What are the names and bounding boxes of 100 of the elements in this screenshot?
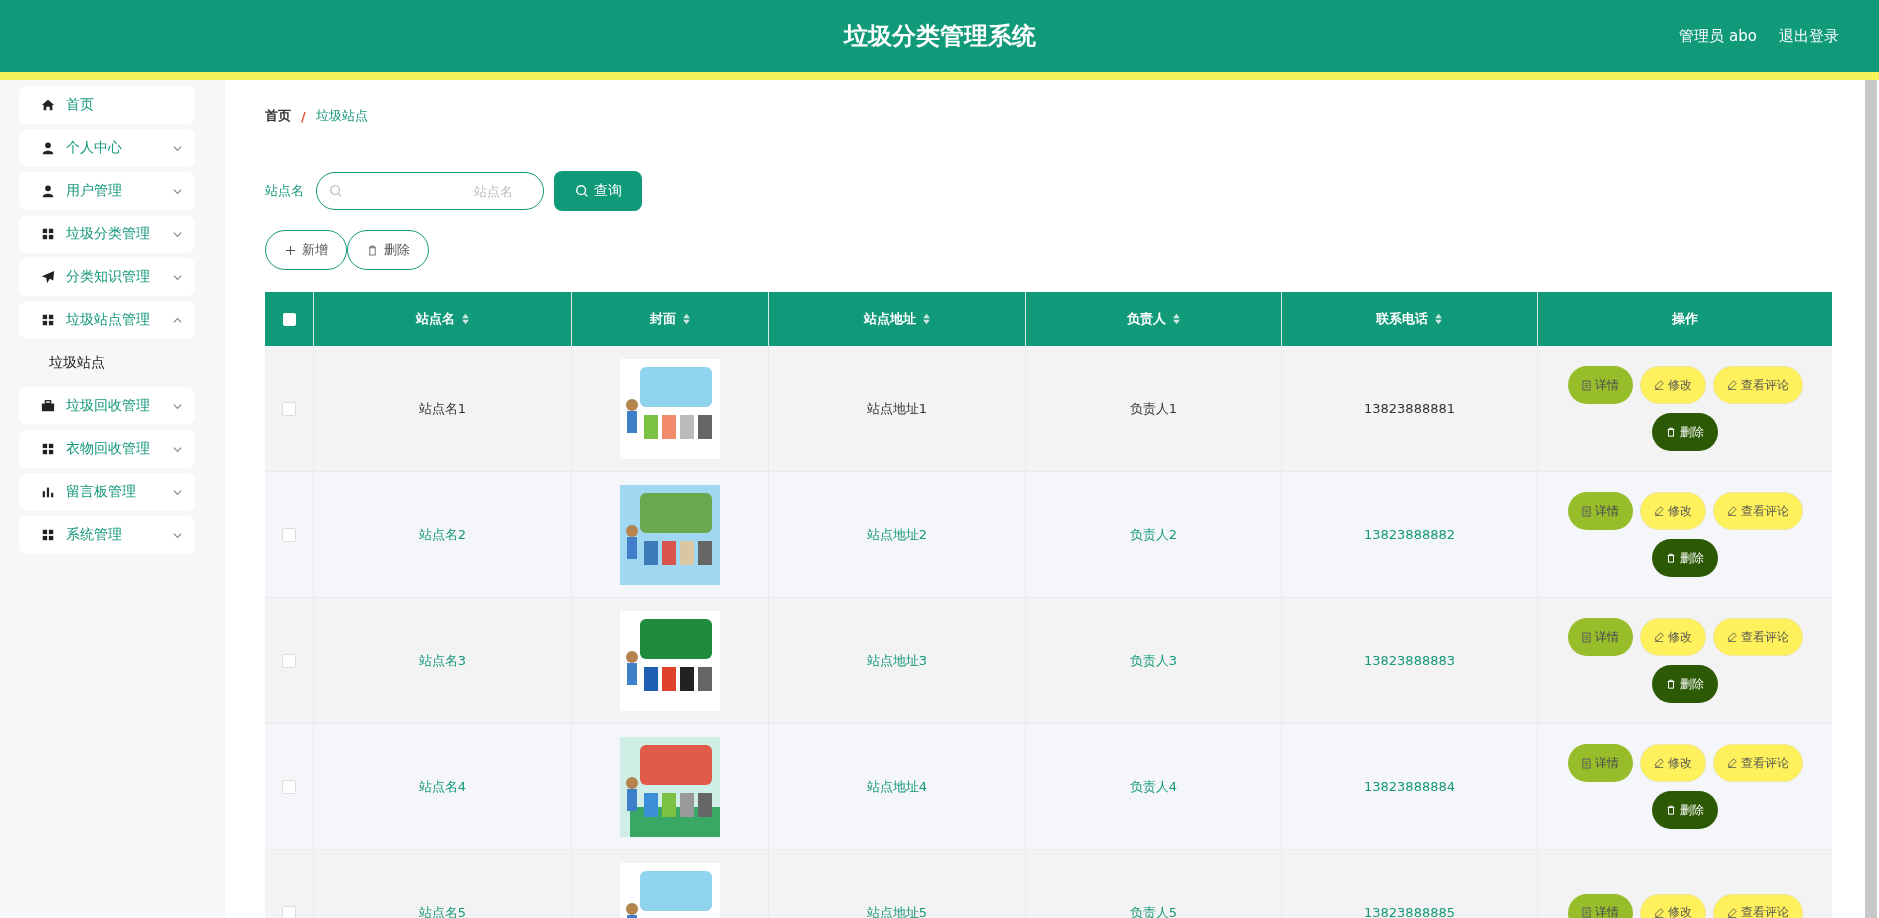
sort-icon[interactable] [681,313,691,325]
details-button[interactable]: 详情 [1567,744,1633,782]
view-comments-button[interactable]: 查看评论 [1712,893,1803,918]
table-cell: 负责人1 [1129,399,1178,418]
view-comments-button[interactable]: 查看评论 [1712,366,1803,404]
pencil-icon [1726,380,1737,390]
table-cell: 13823888881 [1364,401,1455,416]
table-cell: 13823888883 [1364,653,1455,668]
row-checkbox[interactable] [282,779,296,794]
row-checkbox[interactable] [282,905,296,918]
table-cell: 13823888885 [1364,905,1455,918]
menu-item[interactable]: 垃圾分类管理 [19,215,195,253]
edit-button[interactable]: 修改 [1639,893,1706,918]
view-comments-button[interactable]: 查看评论 [1712,492,1803,530]
pencil-icon [1653,632,1664,642]
breadcrumb-separator: / [301,108,306,124]
view-comments-button[interactable]: 查看评论 [1712,744,1803,782]
table-cell: 站点地址1 [866,399,928,418]
pencil-icon [1726,632,1737,642]
pencil-icon [1726,758,1737,768]
select-all-checkbox[interactable] [282,312,296,326]
table-cell: 站点名1 [418,399,467,418]
details-button[interactable]: 详情 [1567,618,1633,656]
pencil-icon [1653,380,1664,390]
details-button[interactable]: 详情 [1567,492,1633,530]
delete-button[interactable]: 删除 [347,230,429,270]
table-cell: 站点地址3 [866,651,928,670]
pencil-icon [1653,907,1664,918]
document-icon [1581,505,1591,517]
delete-button[interactable]: 删除 [1652,413,1718,451]
search-button[interactable]: 查询 [554,171,642,211]
view-comments-button[interactable]: 查看评论 [1712,618,1803,656]
edit-button[interactable]: 修改 [1639,492,1706,530]
scrollbar[interactable] [1865,80,1877,918]
edit-button[interactable]: 修改 [1639,618,1706,656]
table-cell: 负责人4 [1129,777,1178,796]
pencil-icon [1653,758,1664,768]
column-header[interactable]: 操作 [1538,292,1832,346]
search-icon [574,184,589,198]
document-icon [1581,379,1591,391]
table-cell: 负责人2 [1129,525,1178,544]
briefcase-icon [41,399,55,413]
grid-icon [41,227,55,241]
menu-item[interactable]: 分类知识管理 [19,258,195,296]
grid-icon [41,528,55,542]
table-cell: 站点地址4 [866,777,928,796]
delete-button[interactable]: 删除 [1652,665,1718,703]
table-cell: 站点地址2 [866,525,928,544]
breadcrumb-item: 垃圾站点 [315,107,368,125]
row-checkbox[interactable] [282,653,296,668]
sort-icon[interactable] [1171,313,1181,325]
breadcrumb-item[interactable]: 首页 [265,107,291,125]
table-cell: 站点名3 [418,651,467,670]
table-cell: 站点名2 [418,525,467,544]
sort-icon[interactable] [1434,313,1443,325]
delete-button[interactable]: 删除 [1652,539,1718,577]
menu-item[interactable]: 个人中心 [19,129,195,167]
table-cell: 负责人3 [1129,651,1178,670]
pencil-icon [1726,506,1737,516]
row-checkbox[interactable] [282,401,296,416]
grid-icon [41,442,55,456]
menu-item[interactable]: 垃圾站点管理 [19,301,195,339]
logout-link[interactable]: 退出登录 [1779,26,1839,46]
details-button[interactable]: 详情 [1567,893,1633,918]
pencil-icon [1653,506,1664,516]
details-button[interactable]: 详情 [1567,366,1633,404]
menu-item[interactable]: 用户管理 [19,172,195,210]
trash-icon [1666,553,1676,563]
menu-item[interactable]: 垃圾回收管理 [19,387,195,425]
trash-icon [1666,805,1676,815]
submenu-item[interactable]: 垃圾站点 [19,344,189,382]
menu-item[interactable]: 系统管理 [19,516,195,554]
add-button[interactable]: 新增 [265,230,347,270]
paper-plane-icon [41,270,55,284]
grid-icon [41,313,55,327]
table-cell: 负责人5 [1129,903,1178,918]
sort-icon[interactable] [460,313,470,325]
table-cell: 站点名4 [418,777,467,796]
app-title: 垃圾分类管理系统 [843,21,1036,52]
search-input[interactable]: 站点名 [343,182,531,200]
menu-item[interactable]: 首页 [19,86,195,124]
document-icon [1581,907,1591,918]
trash-icon [1666,427,1676,437]
bar-chart-icon [41,485,55,499]
search-icon [329,184,343,198]
trash-icon [366,244,378,256]
sort-icon[interactable] [921,313,931,325]
table-cell: 站点名5 [418,903,467,918]
edit-button[interactable]: 修改 [1639,744,1706,782]
delete-button[interactable]: 删除 [1652,791,1718,829]
admin-name: 管理员 abo [1679,26,1757,46]
table-cell: 13823888882 [1364,527,1455,542]
menu-item[interactable]: 衣物回收管理 [19,430,195,468]
row-checkbox[interactable] [282,527,296,542]
pencil-icon [1726,907,1737,918]
menu-item[interactable]: 留言板管理 [19,473,195,511]
home-icon [41,98,55,112]
plus-icon [284,244,296,256]
edit-button[interactable]: 修改 [1639,366,1706,404]
trash-icon [1666,679,1676,689]
